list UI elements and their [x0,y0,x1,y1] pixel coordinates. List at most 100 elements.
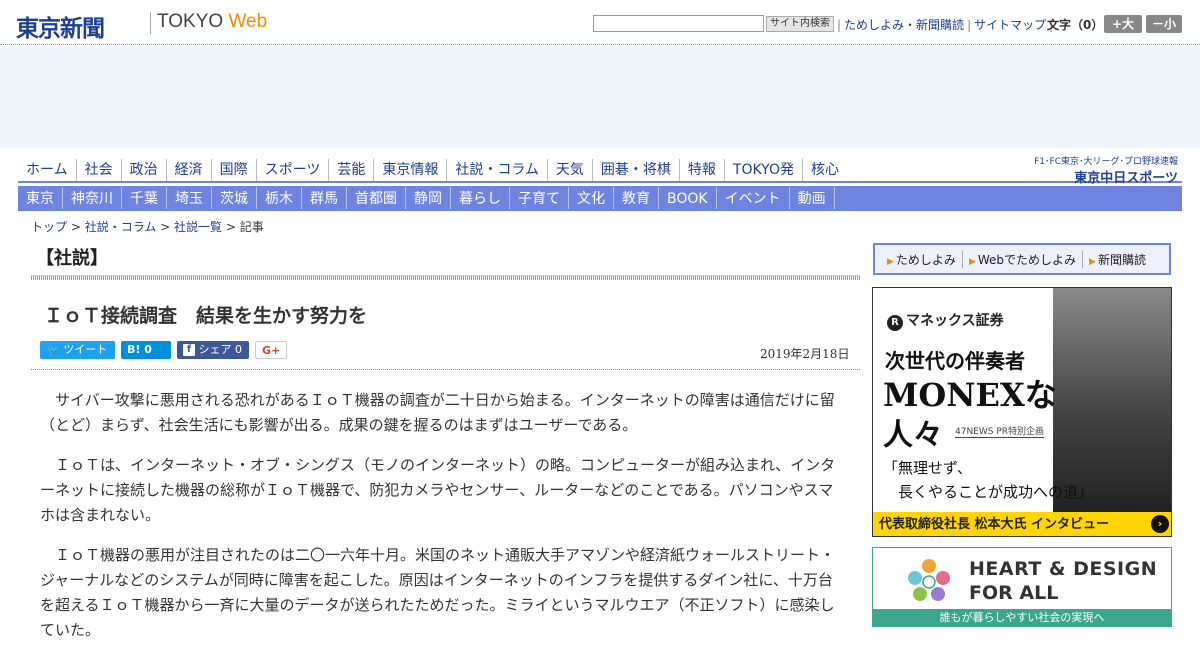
region-nav-item[interactable]: 千葉 [122,187,167,209]
nav-item[interactable]: 社会 [77,159,122,181]
tweet-label: ツイート [63,343,108,356]
section-label: 【社説】 [36,248,108,269]
chuspo-tagline: F1･FC東京･大リーグ･プロ野球速報 [1034,157,1178,167]
monex-quote-line-1: 「無理せず、 [883,459,972,477]
arrow-right-icon: ▶ [887,256,894,267]
region-nav: 東京 神奈川 千葉 埼玉 茨城 栃木 群馬 首都圏 静岡 暮らし 子育て 文化 教育 BOOK イベント 動画 [18,186,1182,211]
site-search-input[interactable] [593,15,764,32]
breadcrumb-top[interactable]: トップ [31,220,67,234]
link-web-tameshiyomi-label: Webでためしよみ [977,252,1077,267]
breadcrumb-current: 記事 [239,220,264,234]
main-nav: ホーム 社会 政治 経済 国際 スポーツ 芸能 東京情報 社説・コラム 天気 囲碁・将棋 特報 TOKY… [18,159,1182,183]
nav-item[interactable]: TOKYO発 [725,159,803,181]
arrow-right-icon: ▶ [968,256,976,267]
monex-ad[interactable]: R マネックス証券 次世代の伴奏者 MONEXな 人々 47NEWS PR特別企画… [872,287,1172,537]
chuspo-logo: 東京中日スポーツ [1074,171,1178,186]
font-smaller-button[interactable]: －小 [1146,15,1182,33]
link-separator: | [837,18,842,32]
nav-item[interactable]: 囲碁・将棋 [593,159,680,181]
breadcrumb-sep: > [222,220,240,234]
region-nav-item[interactable]: 暮らし [451,187,510,209]
nav-item[interactable]: 国際 [212,159,257,181]
google-plus-button[interactable]: G+ [255,341,287,359]
region-nav-item[interactable]: BOOK [659,187,717,209]
ad-banner [0,46,1200,148]
region-nav-item[interactable]: イベント [717,187,790,209]
link-sitemap[interactable]: サイトマップ [974,18,1046,32]
breadcrumb-sep: > [67,220,85,234]
tweet-button[interactable]: 🐦 ツイート [40,341,115,359]
link-web-tameshiyomi[interactable]: ▶ Webでためしよみ [963,250,1084,268]
nav-item[interactable]: 社説・コラム [447,159,548,181]
link-tameshiyomi[interactable]: ▶ ためしよみ [881,250,963,268]
region-nav-item[interactable]: 東京 [18,187,63,209]
facebook-share-button[interactable]: f シェア 0 [177,341,249,359]
region-nav-item[interactable]: 栃木 [257,187,302,209]
breadcrumb-editorial-list[interactable]: 社説一覧 [174,220,222,234]
monex-logo-icon: R [887,315,903,331]
monex-brand-label: マネックス証券 [906,313,1004,329]
logo-web-text: Web [228,11,268,32]
breadcrumb-sep: > [156,220,175,234]
article-headline: ＩｏＴ接続調査 結果を生かす努力を [44,305,368,327]
region-nav-item[interactable]: 首都圏 [347,187,406,209]
monex-brand: R マネックス証券 [887,310,1004,331]
nav-item[interactable]: スポーツ [257,159,330,181]
region-nav-item[interactable]: 静岡 [406,187,451,209]
monex-interview-bar[interactable]: 代表取締役社長 松本大氏 インタビュー › [873,512,1171,536]
nav-item[interactable]: 経済 [167,159,212,181]
site-header: 東京新聞 TOKYO Web サイト内検索 | ためしよみ・新聞購読 | サイトマップ… [0,0,1200,45]
region-nav-item[interactable]: 文化 [569,187,614,209]
logo-tokyo-web[interactable]: TOKYO Web [157,11,267,33]
header-links: | ためしよみ・新聞購読 | サイトマップ | [834,16,1056,33]
nav-item[interactable]: 核心 [803,159,847,181]
arrow-right-icon: ▶ [1089,256,1096,267]
region-nav-item[interactable]: 埼玉 [167,187,212,209]
twitter-icon: 🐦 [46,343,60,356]
article-date: 2019年2月18日 [760,347,850,361]
heart-design-logo-icon [908,559,950,601]
heart-design-title-1: HEART & DESIGN [969,558,1158,580]
monex-interview-label: 代表取締役社長 松本大氏 インタビュー [879,517,1110,532]
nav-item[interactable]: ホーム [18,159,77,181]
nav-item[interactable]: 芸能 [329,159,375,181]
link-separator: | [967,18,972,32]
font-bigger-button[interactable]: +大 [1104,15,1142,33]
heart-design-title-2: FOR ALL [969,582,1059,604]
region-nav-item[interactable]: 群馬 [302,187,347,209]
article-paragraph: ＩｏＴは、インターネット・オブ・シングス（モノのインターネット）の略。コンピュー… [40,456,836,524]
monex-title-3: 人々 [883,418,943,453]
facebook-icon: f [183,344,195,356]
nav-item[interactable]: 政治 [122,159,167,181]
facebook-share-label: シェア 0 [198,343,243,356]
region-nav-item[interactable]: 茨城 [212,187,257,209]
region-nav-item[interactable]: 動画 [790,187,835,209]
link-tameshiyomi-label: ためしよみ [895,252,956,267]
monex-quote-line-2: 長くやることが成功への道」 [883,483,1094,501]
breadcrumb: トップ > 社説・コラム > 社説一覧 > 記事 [31,218,264,235]
article-body: サイバー攻撃に悪用される恐れがあるＩｏＴ機器の調査が二十日から始まる。インターネ… [40,388,845,658]
article-paragraph: ＩｏＴ機器の悪用が注目されたのは二〇一六年十月。米国のネット通販大手アマゾンや経… [40,546,836,639]
heart-design-subtitle: 誰もが暮らしやすい社会の実現へ [873,609,1171,627]
nav-item[interactable]: 天気 [548,159,593,181]
nav-item[interactable]: 東京情報 [374,159,448,181]
site-search-button[interactable]: サイト内検索 [766,16,834,32]
article-divider [31,369,860,370]
link-trial-subscription[interactable]: ためしよみ・新聞購読 [844,18,964,32]
subscription-links: ▶ ためしよみ ▶ Webでためしよみ ▶ 新聞購読 [873,243,1171,275]
font-size-label: 文字（0） [1047,18,1104,32]
region-nav-item[interactable]: 子育て [510,187,569,209]
logo-divider [150,12,151,34]
monex-pr-label: 47NEWS PR特別企画 [955,424,1045,438]
region-nav-item[interactable]: 教育 [614,187,659,209]
chuspo-banner[interactable]: F1･FC東京･大リーグ･プロ野球速報 東京中日スポーツ [1034,154,1178,186]
monex-quote: 「無理せず、 長くやることが成功への道」 [883,456,1093,504]
breadcrumb-editorial[interactable]: 社説・コラム [85,220,157,234]
link-subscribe[interactable]: ▶ 新聞購読 [1083,251,1152,268]
hatena-bookmark-button[interactable]: B! 0 [121,341,171,359]
region-nav-item[interactable]: 神奈川 [63,187,122,209]
logo-tokyo-shimbun[interactable]: 東京新聞 [16,9,105,43]
logo-tokyo-text: TOKYO [157,11,224,32]
nav-item[interactable]: 特報 [680,159,725,181]
heart-design-ad[interactable]: HEART & DESIGN FOR ALL 誰もが暮らしやすい社会の実現へ [872,547,1172,627]
